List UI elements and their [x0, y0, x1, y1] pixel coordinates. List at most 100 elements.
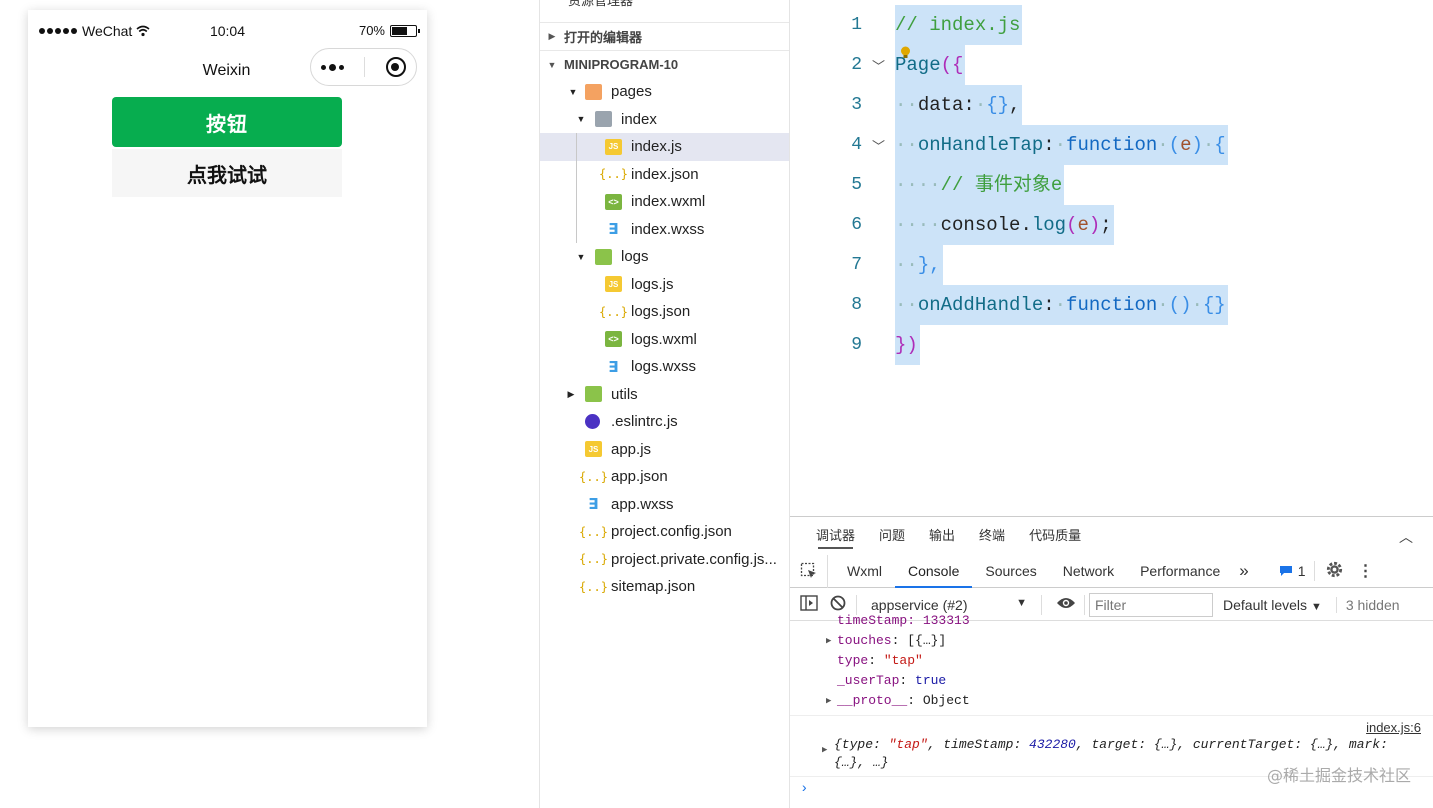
- line-number: 2: [851, 55, 862, 75]
- tree-item[interactable]: {..} app.json: [540, 463, 789, 491]
- caret-down-icon: ▼: [1016, 596, 1027, 609]
- battery-status: 70%: [359, 23, 420, 38]
- watermark: @稀土掘金技术社区: [1266, 766, 1411, 785]
- tab-output[interactable]: 输出: [917, 517, 967, 555]
- tab-code-quality[interactable]: 代码质量: [1017, 517, 1093, 555]
- expand-triangle-icon[interactable]: ▶: [826, 691, 831, 711]
- object: console: [940, 214, 1021, 236]
- prop-value: "tap": [883, 653, 923, 668]
- log-levels-select[interactable]: Default levels ▼: [1223, 597, 1322, 613]
- tree-item-label: logs.wxml: [631, 330, 697, 348]
- prop-value: [{…}]: [907, 633, 947, 648]
- tree-item[interactable]: ▼ pages: [540, 78, 789, 106]
- project-label: MINIPROGRAM-10: [564, 57, 679, 72]
- battery-icon: [390, 24, 420, 37]
- devtools-tabs: Wxml Console Sources Network Performance…: [790, 554, 1433, 588]
- tab-network[interactable]: Network: [1050, 555, 1127, 588]
- console-prop-touches[interactable]: ▶ touches: [{…}]: [826, 631, 947, 651]
- expand-triangle-icon[interactable]: ▶: [822, 745, 827, 755]
- tree-item[interactable]: .eslintrc.js: [540, 408, 789, 436]
- chevron-down-icon[interactable]: ▼: [575, 252, 587, 262]
- tab-terminal[interactable]: 终端: [967, 517, 1017, 555]
- tree-item[interactable]: ∃ logs.wxss: [540, 353, 789, 381]
- battery-fill: [392, 26, 407, 35]
- tree-item[interactable]: ▼ index: [540, 106, 789, 134]
- code-editor[interactable]: 1 // index.js 2 ﹀ Page({ 3 ··data:·{}, 4…: [790, 0, 1433, 516]
- json-file-icon: {..}: [579, 524, 608, 539]
- chevron-up-icon[interactable]: ︿: [1399, 527, 1413, 547]
- inspect-element-icon[interactable]: [790, 554, 828, 588]
- property: data: [917, 94, 964, 116]
- more-icon[interactable]: [321, 63, 345, 71]
- tab-console[interactable]: Console: [895, 555, 973, 588]
- chevron-down-icon[interactable]: ▼: [575, 114, 587, 124]
- tree-item[interactable]: JS app.js: [540, 436, 789, 464]
- message-icon: [1279, 566, 1292, 576]
- eye-icon[interactable]: [1056, 596, 1076, 613]
- source-link[interactable]: index.js:6: [1366, 720, 1421, 735]
- log-text: , timeStamp:: [927, 737, 1030, 752]
- code-content: ··onAddHandle:·function·()·{}: [895, 285, 1228, 325]
- file-explorer: 资源管理器 ··· ▶ 打开的编辑器 ▼ MINIPROGRAM-10 ▼ pag…: [539, 0, 790, 808]
- tree-item[interactable]: {..} project.config.json: [540, 518, 789, 546]
- prop-key: type: [837, 653, 869, 668]
- console-prop-usertap: _userTap: true: [837, 673, 947, 688]
- prop-value: Object: [922, 693, 970, 708]
- issues-badge[interactable]: 1: [1279, 563, 1306, 579]
- keyword: function: [1066, 294, 1158, 316]
- code-line-6: 6 ····console.log(e);: [790, 205, 1433, 245]
- sidebar-toggle-icon[interactable]: [800, 595, 818, 614]
- primary-button[interactable]: 按钮: [112, 97, 342, 147]
- console-prompt[interactable]: ›: [800, 781, 808, 797]
- tree-item[interactable]: JS index.js: [540, 133, 789, 161]
- phone-simulator: WeChat 10:04 70% Weixin 按钮 点我试试: [28, 10, 427, 727]
- panel-tabs: 调试器 问题 输出 终端 代码质量 ︿: [790, 517, 1433, 555]
- tree-item[interactable]: {..} project.private.config.js...: [540, 546, 789, 574]
- fold-chevron-icon[interactable]: ﹀: [872, 56, 885, 75]
- open-editors-section[interactable]: ▶ 打开的编辑器: [540, 22, 789, 50]
- tab-performance[interactable]: Performance: [1127, 555, 1233, 588]
- chevron-right-icon[interactable]: ▶: [565, 389, 577, 400]
- tree-item[interactable]: JS logs.js: [540, 271, 789, 299]
- code-line-9: 9 }): [790, 325, 1433, 365]
- kebab-menu-icon[interactable]: ⋮: [1358, 561, 1374, 581]
- tree-item[interactable]: <> index.wxml: [540, 188, 789, 216]
- explorer-more-icon[interactable]: ···: [755, 0, 771, 5]
- brackets: }): [895, 334, 918, 356]
- tree-item[interactable]: ▼ logs: [540, 243, 789, 271]
- indent-guide: [576, 133, 577, 243]
- console-prop-proto[interactable]: ▶ __proto__: Object: [826, 691, 970, 711]
- tree-item[interactable]: {..} index.json: [540, 161, 789, 189]
- line-number: 4: [851, 135, 862, 155]
- project-section[interactable]: ▼ MINIPROGRAM-10: [540, 50, 789, 78]
- issues-count: 1: [1297, 563, 1306, 579]
- tree-item[interactable]: {..} logs.json: [540, 298, 789, 326]
- chevron-down-icon[interactable]: ▼: [567, 87, 579, 97]
- more-tabs-icon[interactable]: »: [1233, 561, 1254, 581]
- tree-item-label: logs.js: [631, 275, 674, 293]
- expand-triangle-icon[interactable]: ▶: [826, 631, 831, 651]
- parameter: e: [1077, 214, 1089, 236]
- log-levels-label: Default levels: [1223, 596, 1308, 613]
- tab-problems[interactable]: 问题: [867, 517, 917, 555]
- tree-item[interactable]: ∃ app.wxss: [540, 491, 789, 519]
- tab-sources[interactable]: Sources: [972, 555, 1049, 588]
- tree-item-label: index.js: [631, 138, 682, 156]
- tree-item[interactable]: ∃ index.wxss: [540, 216, 789, 244]
- tree-item[interactable]: ▶ utils: [540, 381, 789, 409]
- tab-wxml[interactable]: Wxml: [834, 555, 895, 588]
- lightbulb-icon[interactable]: [900, 46, 911, 60]
- keyword: function: [1066, 134, 1158, 156]
- code-content: ····console.log(e);: [895, 205, 1114, 245]
- tree-item[interactable]: <> logs.wxml: [540, 326, 789, 354]
- tap-me-text[interactable]: 点我试试: [112, 149, 342, 197]
- tree-item[interactable]: {..} sitemap.json: [540, 573, 789, 601]
- line-number: 9: [851, 335, 862, 355]
- tab-debugger[interactable]: 调试器: [804, 517, 867, 555]
- line-number: 3: [851, 95, 862, 115]
- fold-chevron-icon[interactable]: ﹀: [872, 136, 885, 155]
- capsule-menu: [310, 48, 417, 86]
- gear-icon[interactable]: [1325, 560, 1344, 582]
- close-miniprogram-icon[interactable]: [385, 57, 406, 77]
- filter-input[interactable]: [1089, 592, 1213, 617]
